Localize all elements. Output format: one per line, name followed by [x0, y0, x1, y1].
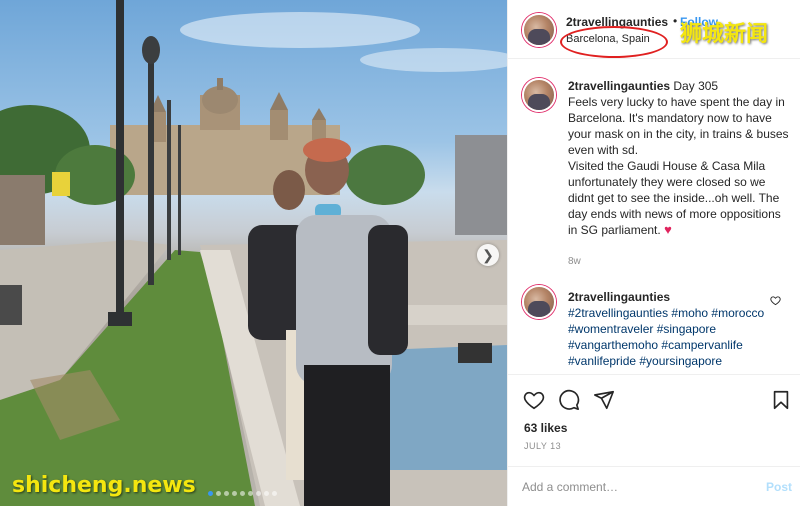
comment-hashtags[interactable]: #2travellingaunties #moho #morocco #wome…: [568, 305, 768, 369]
post-date: JULY 13: [524, 441, 562, 451]
comment-input[interactable]: [522, 478, 742, 496]
add-comment-bar: Post: [508, 466, 800, 507]
red-heart-emoji-icon: ♥: [664, 222, 672, 237]
photo-scene: [0, 0, 507, 506]
post-caption: 2travellingaunties Day 305 Feels very lu…: [568, 78, 793, 238]
carousel-dot: [232, 491, 237, 496]
comment-item: 2travellingaunties #2travellingaunties #…: [568, 289, 768, 369]
bookmark-icon[interactable]: [770, 389, 792, 411]
avatar[interactable]: [522, 13, 556, 47]
post-actions: 63 likes JULY 13: [508, 374, 800, 467]
post-header: 2travellingaunties • Follow Barcelona, S…: [508, 0, 800, 59]
caption-line: Feels very lucky to have spent the day i…: [568, 95, 789, 157]
caption-username[interactable]: 2travellingaunties: [568, 79, 670, 93]
carousel-dot: [264, 491, 269, 496]
watermark-chinese: 狮城新闻: [680, 22, 769, 47]
carousel-dot: [216, 491, 221, 496]
post-photo[interactable]: ❯ shicheng.news: [0, 0, 507, 506]
post-comment-button[interactable]: Post: [766, 480, 792, 494]
header-separator: •: [673, 14, 678, 28]
location-highlight-circle: [560, 26, 668, 58]
post-sidebar: 2travellingaunties • Follow Barcelona, S…: [507, 0, 800, 506]
comment-like-heart-icon[interactable]: [770, 295, 781, 306]
next-photo-button[interactable]: ❯: [477, 244, 499, 266]
caption-line: Visited the Gaudi House & Casa Mila unfo…: [568, 159, 781, 237]
likes-count[interactable]: 63 likes: [524, 421, 567, 435]
heart-icon[interactable]: [523, 389, 545, 411]
carousel-indicator: [208, 491, 277, 496]
caption-timestamp[interactable]: 8w: [568, 256, 581, 267]
carousel-dot: [224, 491, 229, 496]
comment-username[interactable]: 2travellingaunties: [568, 289, 768, 305]
caption-first-line: Day 305: [673, 79, 719, 93]
comments-area[interactable]: 2travellingaunties Day 305 Feels very lu…: [508, 58, 800, 374]
watermark-shicheng: shicheng.news: [12, 473, 196, 498]
chevron-right-icon: ❯: [482, 247, 494, 263]
carousel-dot: [248, 491, 253, 496]
comment-icon[interactable]: [558, 389, 580, 411]
carousel-dot: [256, 491, 261, 496]
comment-avatar[interactable]: [522, 285, 556, 319]
carousel-dot: [272, 491, 277, 496]
share-icon[interactable]: [593, 389, 615, 411]
caption-avatar[interactable]: [522, 78, 556, 112]
carousel-dot: [240, 491, 245, 496]
carousel-dot: [208, 491, 213, 496]
